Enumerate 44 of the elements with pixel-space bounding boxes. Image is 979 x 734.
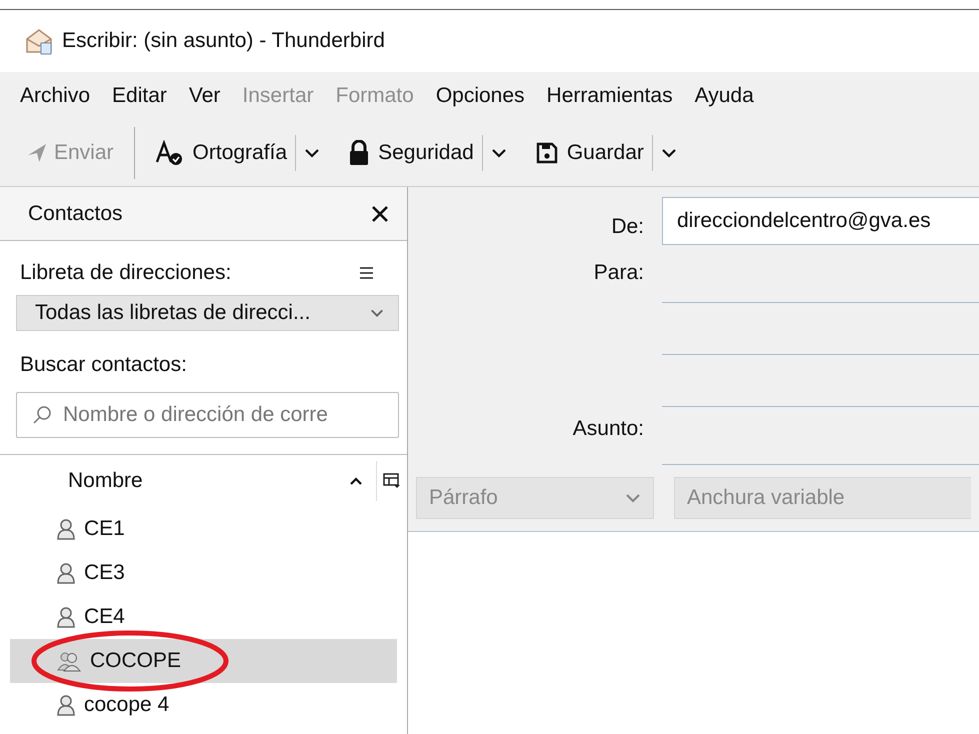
menu-item[interactable]: Ayuda <box>694 80 754 112</box>
search-icon <box>32 405 52 425</box>
spellcheck-icon <box>154 140 185 166</box>
addressbook-dropdown[interactable]: Todas las libretas de direcci... <box>16 294 399 330</box>
save-button[interactable]: Guardar <box>526 133 652 173</box>
envelope-icon <box>24 27 54 55</box>
contact-row[interactable]: CE3 <box>10 551 397 595</box>
paper-plane-icon <box>28 144 46 162</box>
spelling-button[interactable]: Ortografía <box>146 133 296 173</box>
menu-item[interactable]: Editar <box>112 80 167 112</box>
chevron-icon <box>625 493 641 503</box>
search-field[interactable]: Nombre o dirección de corre <box>16 392 399 438</box>
chevron-icon <box>660 148 677 158</box>
person-icon <box>56 518 76 540</box>
chevron-icon <box>490 148 507 158</box>
menu-item[interactable]: Herramientas <box>546 80 673 112</box>
field-label: Para: <box>594 260 644 286</box>
field-label: Libreta de direcciones: <box>20 260 232 286</box>
person-icon <box>56 694 76 716</box>
security-button[interactable]: Seguridad <box>340 133 482 173</box>
column-header[interactable]: Nombre <box>0 455 376 507</box>
field-label: Buscar contactos: <box>19 352 188 378</box>
column-picker-icon[interactable] <box>383 473 401 489</box>
field-label: Asunto: <box>572 416 644 442</box>
menu-item[interactable]: Archivo <box>20 80 90 112</box>
chevron-icon <box>304 148 320 158</box>
field-label: De: <box>611 214 644 240</box>
sort-ascending-icon <box>350 477 362 485</box>
lock-icon <box>348 140 370 166</box>
panel-title: Contactos <box>28 200 123 227</box>
contact-row[interactable]: cocope 4 <box>10 683 397 727</box>
person-icon <box>56 562 76 584</box>
menu-icon[interactable] <box>360 266 373 279</box>
contact-row[interactable]: CE4 <box>10 595 397 639</box>
contact-row[interactable]: CE1 <box>10 507 397 551</box>
chevron-icon <box>370 308 384 318</box>
contact-group-icon <box>56 650 82 672</box>
contact-row[interactable]: COCOPE <box>10 639 397 683</box>
person-icon <box>56 606 76 628</box>
menu-item[interactable]: Opciones <box>436 80 525 112</box>
close-icon[interactable] <box>371 204 389 222</box>
window-title: Escribir: (sin asunto) - Thunderbird <box>62 28 385 54</box>
menu-item[interactable]: Ver <box>188 80 220 112</box>
from-field[interactable]: direcciondelcentro@gva.es <box>662 197 979 245</box>
